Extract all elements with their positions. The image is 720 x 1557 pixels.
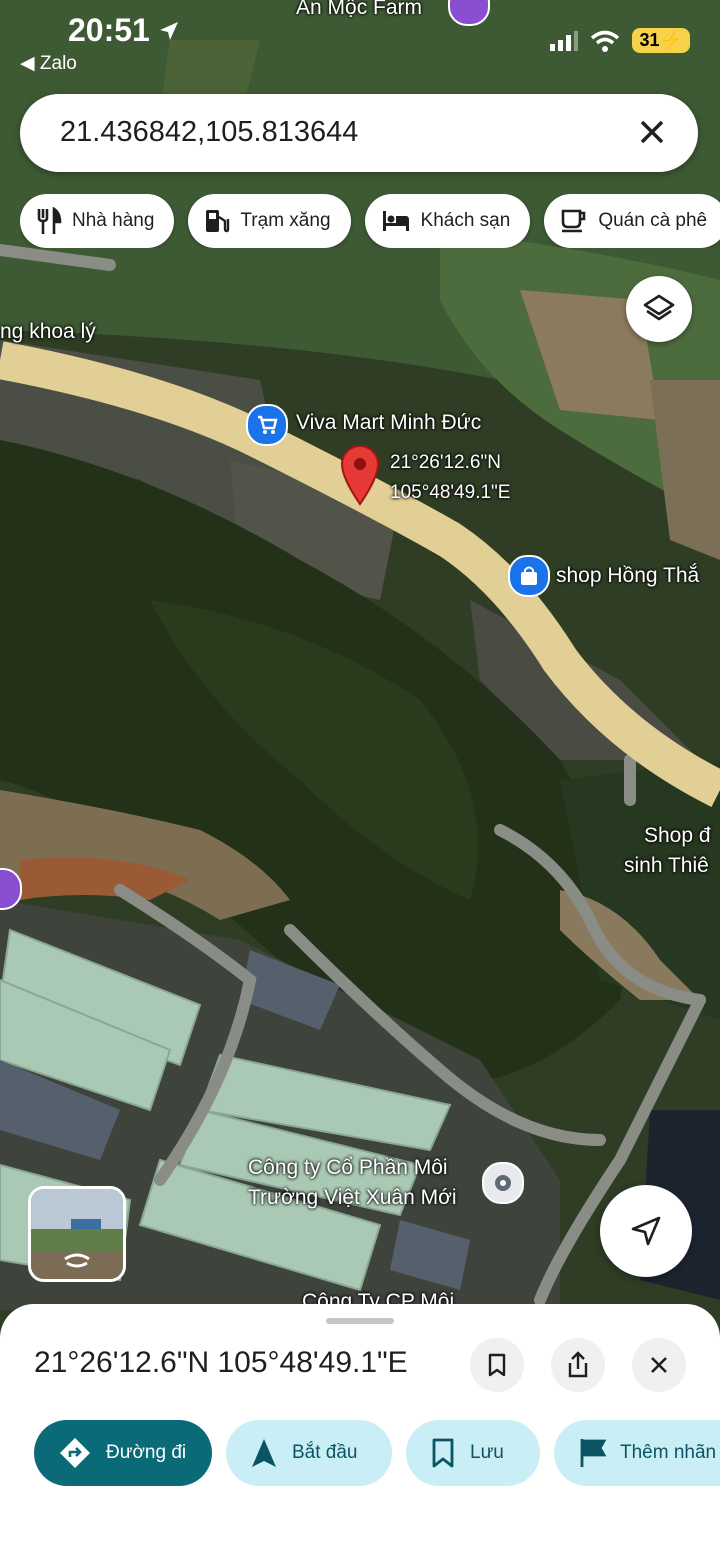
pin-label-latitude: 21°26'12.6"N [390, 452, 501, 473]
start-navigation-button[interactable]: Bắt đầu [226, 1420, 392, 1486]
chip-hotel[interactable]: Khách sạn [364, 194, 531, 248]
shopping-bag-poi-icon[interactable] [508, 555, 550, 597]
chip-label: Quán cà phê [598, 210, 708, 231]
wifi-icon [590, 30, 619, 52]
navigation-arrow-icon [631, 1216, 661, 1246]
navigation-icon [252, 1439, 276, 1467]
action-label: Đường đi [106, 1442, 187, 1463]
layers-icon [643, 294, 675, 321]
category-chips: Nhà hàng Trạm xăng Khách sạn Quán cà phê [20, 194, 720, 248]
map-label-shop-hong[interactable]: shop Hồng Thắ [556, 564, 699, 588]
street-view-thumbnail[interactable] [28, 1186, 126, 1282]
close-sheet-button[interactable] [632, 1338, 686, 1392]
map-label-company-line2[interactable]: Trường Việt Xuân Mới [248, 1186, 457, 1210]
restaurant-icon [37, 207, 62, 234]
location-arrow-icon [160, 22, 178, 40]
add-label-button[interactable]: Thêm nhãn [554, 1420, 720, 1486]
map-label-shop-d-line2[interactable]: sinh Thiê [624, 854, 709, 878]
search-input[interactable]: 21.436842,105.813644 [60, 116, 358, 149]
action-label: Thêm nhãn [620, 1442, 717, 1463]
cafe-icon [562, 209, 586, 233]
hotel-icon [382, 211, 409, 231]
location-pin-icon[interactable] [336, 442, 384, 506]
chip-label: Nhà hàng [72, 210, 155, 231]
my-location-button[interactable] [600, 1185, 692, 1277]
map-label-shop-d-line1[interactable]: Shop đ [644, 824, 711, 848]
company-poi-icon[interactable] [482, 1162, 524, 1204]
pin-label-longitude: 105°48'49.1"E [390, 482, 511, 503]
save-bookmark-button[interactable] [470, 1338, 524, 1392]
back-to-app-link[interactable]: ◀ Zalo [20, 52, 77, 75]
directions-button[interactable]: Đường đi [34, 1420, 212, 1486]
place-coordinates: 21°26'12.6"N 105°48'49.1"E [34, 1346, 408, 1379]
map-label-road: ng khoa lý [0, 320, 96, 343]
bookmark-icon [488, 1353, 506, 1377]
chip-label: Trạm xăng [240, 210, 331, 231]
search-bar[interactable]: 21.436842,105.813644 [20, 94, 698, 172]
close-icon [651, 1357, 667, 1373]
map-label-farm[interactable]: An Mộc Farm [296, 0, 422, 20]
chip-restaurant[interactable]: Nhà hàng [20, 194, 175, 248]
share-icon [568, 1351, 588, 1378]
sheet-drag-handle[interactable] [326, 1318, 394, 1324]
battery-indicator: 31⚡ [631, 28, 690, 53]
directions-icon [60, 1438, 90, 1468]
action-label: Bắt đầu [292, 1442, 358, 1463]
share-button[interactable] [551, 1338, 605, 1392]
save-button[interactable]: Lưu [406, 1420, 540, 1486]
shopping-cart-poi-icon[interactable] [246, 404, 288, 446]
gas-station-icon [206, 210, 230, 233]
action-buttons: Đường đi Bắt đầu Lưu Thêm nhãn [34, 1420, 720, 1486]
flag-icon [580, 1439, 606, 1467]
map-label-viva-mart[interactable]: Viva Mart Minh Đức [296, 411, 481, 435]
clear-search-icon[interactable] [632, 112, 672, 152]
chip-cafe[interactable]: Quán cà phê [544, 194, 720, 248]
signal-icon [549, 30, 578, 51]
chip-gas-station[interactable]: Trạm xăng [188, 194, 351, 248]
status-indicators: 31⚡ [549, 28, 690, 53]
action-label: Lưu [470, 1442, 504, 1463]
place-bottom-sheet: 21°26'12.6"N 105°48'49.1"E Đường đi Bắt … [0, 1304, 720, 1557]
map-layers-button[interactable] [626, 276, 692, 342]
bookmark-icon [432, 1438, 454, 1468]
chip-label: Khách sạn [420, 210, 511, 231]
map-label-company-line1[interactable]: Công ty Cổ Phần Môi [248, 1156, 448, 1180]
status-time: 20:51 [68, 12, 150, 48]
